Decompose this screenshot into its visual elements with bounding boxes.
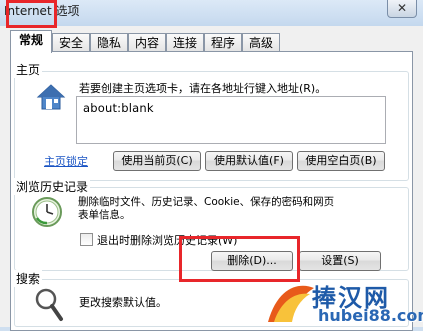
delete-button[interactable]: 删除(D)... [211, 251, 293, 271]
homepage-address-value: about:blank [83, 101, 154, 115]
tab-security[interactable]: 安全 [52, 33, 90, 52]
search-group-title: 搜索 [14, 270, 43, 287]
delete-on-exit-checkbox[interactable] [80, 233, 93, 246]
clock-icon [31, 196, 63, 231]
search-message: 更改搜索默认值。 [79, 296, 167, 309]
window-title: Internet 选项 [4, 4, 80, 18]
use-default-button[interactable]: 使用默认值(F) [205, 151, 293, 171]
delete-on-exit-label: 退出时删除浏览历史记录(W) [97, 234, 238, 247]
magnifier-icon [34, 287, 64, 326]
homepage-group-title: 主页 [14, 61, 43, 78]
title-bar: Internet 选项 ✕ [0, 0, 423, 26]
tab-advanced[interactable]: 高级 [242, 33, 280, 52]
use-current-button[interactable]: 使用当前页(C) [113, 151, 201, 171]
homepage-message: 若要创建主页选项卡，请在各地址行键入地址(R)。 [79, 82, 327, 95]
use-blank-button[interactable]: 使用空白页(B) [297, 151, 385, 171]
homepage-lock-link[interactable]: 主页锁定 [44, 153, 88, 169]
homepage-address-field[interactable]: about:blank [76, 96, 386, 144]
tab-general[interactable]: 常规 [10, 30, 52, 53]
tab-privacy[interactable]: 隐私 [90, 33, 128, 52]
settings-button[interactable]: 设置(S) [299, 251, 381, 271]
close-button[interactable]: ✕ [387, 0, 417, 18]
tab-connections[interactable]: 连接 [166, 33, 204, 52]
close-icon: ✕ [396, 1, 408, 15]
house-icon [36, 83, 66, 114]
watermark-url: hubei88.com [318, 306, 423, 325]
tab-content[interactable]: 内容 [128, 33, 166, 52]
history-group-title: 浏览历史记录 [14, 178, 91, 195]
history-message: 删除临时文件、历史记录、Cookie、保存的密码和网页 表单信息。 [78, 196, 335, 221]
tab-programs[interactable]: 程序 [204, 33, 242, 52]
